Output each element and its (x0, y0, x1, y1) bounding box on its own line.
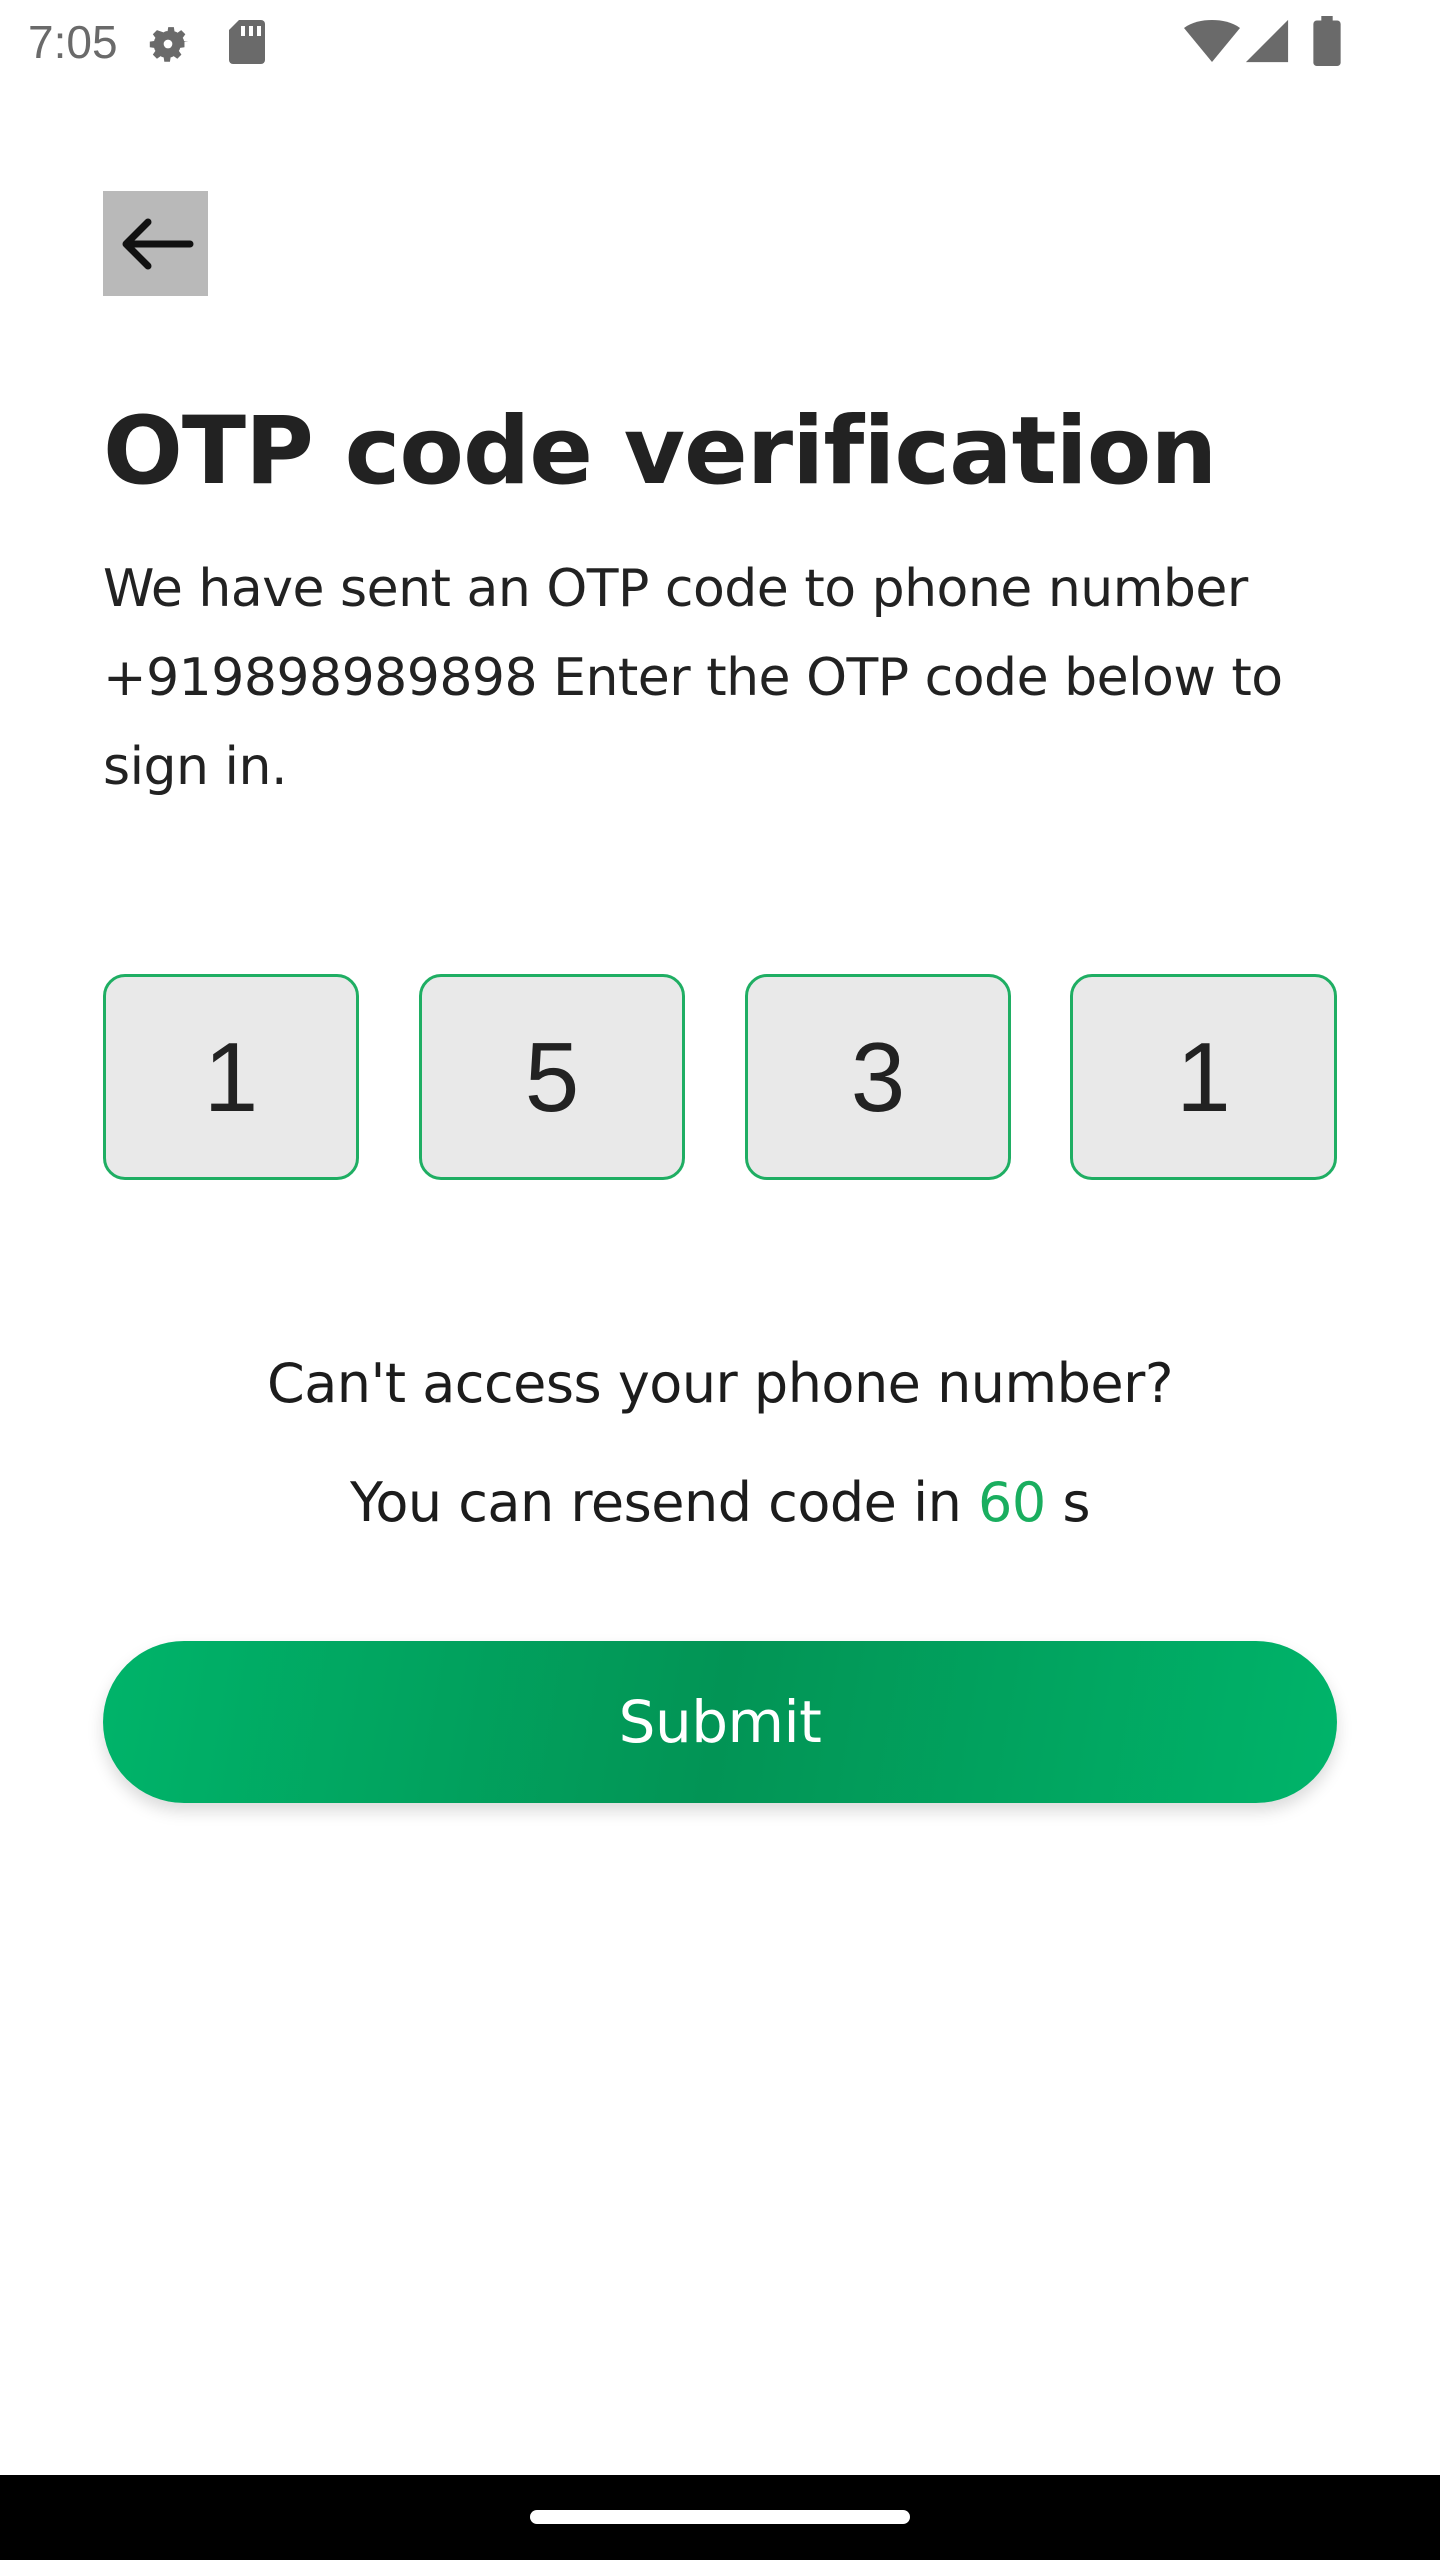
otp-digit-4-input[interactable]: 1 (1070, 974, 1337, 1180)
otp-digit-3-input[interactable]: 3 (745, 974, 1011, 1180)
otp-digit-1-input[interactable]: 1 (103, 974, 359, 1180)
sd-card-icon (229, 20, 265, 64)
otp-description: We have sent an OTP code to phone number… (103, 559, 1283, 797)
status-bar: 7:05 (0, 0, 1440, 84)
page-title: OTP code verification (103, 397, 1217, 506)
resend-countdown: 60 (977, 1471, 1046, 1534)
submit-button[interactable]: Submit (103, 1641, 1337, 1803)
cant-access-phone-link[interactable]: Can't access your phone number? (0, 1344, 1440, 1424)
wifi-icon (1184, 20, 1240, 62)
otp-digit-2-input[interactable]: 5 (419, 974, 685, 1180)
back-button[interactable] (103, 191, 208, 296)
arrow-left-icon (122, 218, 193, 269)
status-time: 7:05 (28, 16, 118, 68)
resend-suffix: s (1045, 1471, 1090, 1534)
battery-icon (1313, 16, 1341, 66)
gear-icon (149, 27, 189, 62)
resend-prefix: You can resend code in (350, 1471, 978, 1534)
otp-verification-screen: 7:05 OTP code verification We have sent … (0, 0, 1440, 2560)
home-indicator[interactable] (530, 2510, 910, 2524)
resend-timer-text: You can resend code in 60 s (0, 1463, 1440, 1543)
signal-icon (1245, 19, 1289, 63)
